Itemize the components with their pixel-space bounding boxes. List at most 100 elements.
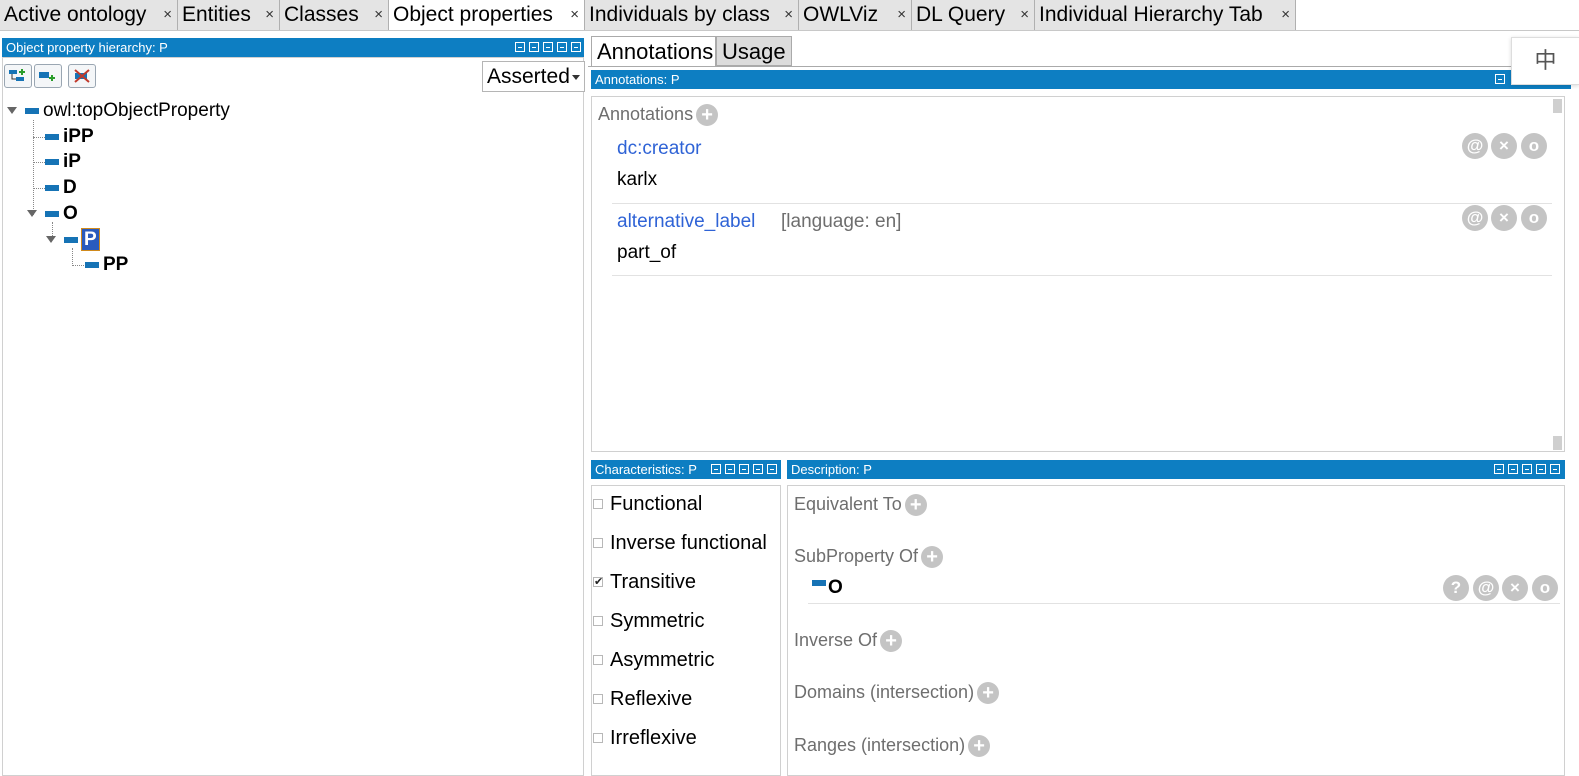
scrollbar-down[interactable] xyxy=(1553,436,1562,450)
tree-node-label: O xyxy=(63,203,78,224)
tree-node-pp[interactable]: PP xyxy=(85,253,128,277)
ime-indicator[interactable]: 中 xyxy=(1511,37,1579,85)
tree-guide xyxy=(33,120,34,215)
delete-icon[interactable]: × xyxy=(1502,575,1528,601)
tree-node-d[interactable]: D xyxy=(45,176,77,200)
maximize-icon[interactable] xyxy=(1536,464,1546,474)
split-view-icon[interactable] xyxy=(1508,464,1518,474)
tab-dl-query[interactable]: DL Query × xyxy=(912,0,1035,30)
divider xyxy=(808,603,1560,604)
transitive-label: Transitive xyxy=(610,571,696,593)
tab-classes[interactable]: Classes × xyxy=(280,0,389,30)
tab-label: OWLViz xyxy=(803,3,879,26)
tab-owlviz[interactable]: OWLViz × xyxy=(799,0,912,30)
tree-node-o[interactable]: O xyxy=(45,202,78,226)
chevron-down-icon xyxy=(572,75,580,80)
close-icon[interactable]: × xyxy=(374,0,383,30)
tree-node-ipp[interactable]: iPP xyxy=(45,125,94,149)
maximize-icon[interactable] xyxy=(753,464,763,474)
delete-property-button[interactable] xyxy=(68,64,96,88)
close-icon[interactable]: × xyxy=(1020,0,1029,30)
functional-checkbox[interactable] xyxy=(593,499,603,509)
subproperty-of-section: SubProperty Of + xyxy=(794,546,944,569)
hierarchy-mode-dropdown[interactable]: Asserted xyxy=(482,61,585,92)
annotation-property[interactable]: alternative_label xyxy=(617,211,755,233)
annotate-icon[interactable]: @ xyxy=(1462,205,1488,231)
tab-label: Entities xyxy=(182,3,251,26)
tab-label: Individuals by class xyxy=(589,3,770,26)
edit-icon[interactable]: o xyxy=(1521,205,1547,231)
tree-node-label: owl:topObjectProperty xyxy=(43,100,230,121)
close-icon[interactable]: × xyxy=(570,0,579,30)
inverse-functional-checkbox[interactable] xyxy=(593,538,603,548)
expand-arrow-icon[interactable] xyxy=(7,107,17,114)
close-icon[interactable]: × xyxy=(784,0,793,30)
minimize-icon[interactable] xyxy=(739,464,749,474)
close-icon[interactable]: × xyxy=(1281,0,1290,30)
functional-label: Functional xyxy=(610,493,703,515)
help-icon[interactable] xyxy=(1494,464,1504,474)
add-sibling-property-button[interactable] xyxy=(34,64,62,88)
tab-entities[interactable]: Entities × xyxy=(178,0,280,30)
description-view-header: Description: P xyxy=(787,460,1565,479)
section-label: Domains (intersection) xyxy=(794,682,975,702)
add-range-icon[interactable]: + xyxy=(968,735,991,758)
tree-node-p-selected[interactable]: P xyxy=(64,228,100,252)
add-inverse-icon[interactable]: + xyxy=(880,630,903,653)
explain-icon[interactable]: ? xyxy=(1443,575,1469,601)
tree-node-ip[interactable]: iP xyxy=(45,150,81,174)
minimize-icon[interactable] xyxy=(1522,464,1532,474)
superproperty-value[interactable]: O xyxy=(828,577,843,599)
tab-active-ontology[interactable]: Active ontology × xyxy=(0,0,178,30)
symmetric-checkbox[interactable] xyxy=(593,616,603,626)
annotation-property[interactable]: dc:creator xyxy=(617,138,701,160)
add-equivalent-icon[interactable]: + xyxy=(904,494,927,517)
irreflexive-checkbox[interactable] xyxy=(593,733,603,743)
add-domain-icon[interactable]: + xyxy=(977,682,1000,705)
delete-property-icon xyxy=(74,69,90,83)
maximize-icon[interactable] xyxy=(557,42,567,52)
asymmetric-checkbox[interactable] xyxy=(593,655,603,665)
help-icon[interactable] xyxy=(711,464,721,474)
tab-individual-hierarchy[interactable]: Individual Hierarchy Tab × xyxy=(1035,0,1296,30)
delete-icon[interactable]: × xyxy=(1491,205,1517,231)
expand-arrow-icon[interactable] xyxy=(27,210,37,217)
split-view-icon[interactable] xyxy=(529,42,539,52)
add-annotation-icon[interactable]: + xyxy=(696,104,719,127)
transitive-checkbox[interactable]: ✔ xyxy=(593,577,603,588)
help-icon[interactable] xyxy=(1495,74,1505,84)
edit-icon[interactable]: o xyxy=(1521,133,1547,159)
scrollbar-up[interactable] xyxy=(1553,99,1562,113)
close-icon[interactable]: × xyxy=(897,0,906,30)
inverse-of-section: Inverse Of + xyxy=(794,630,903,653)
tree-node-top-object-property[interactable]: owl:topObjectProperty xyxy=(25,99,230,123)
edit-icon[interactable]: o xyxy=(1532,575,1558,601)
close-view-icon[interactable] xyxy=(1550,464,1560,474)
delete-icon[interactable]: × xyxy=(1491,133,1517,159)
tab-individuals-by-class[interactable]: Individuals by class × xyxy=(585,0,799,30)
annotate-icon[interactable]: @ xyxy=(1473,575,1499,601)
tab-object-properties[interactable]: Object properties × xyxy=(389,0,585,30)
help-icon[interactable] xyxy=(515,42,525,52)
tab-label: DL Query xyxy=(916,3,1006,26)
domains-section: Domains (intersection) + xyxy=(794,682,1000,705)
tree-guide xyxy=(33,162,45,163)
tab-annotations[interactable]: Annotations xyxy=(591,36,716,66)
reflexive-checkbox[interactable] xyxy=(593,694,603,704)
add-subproperty-button[interactable] xyxy=(4,64,32,88)
ranges-section: Ranges (intersection) + xyxy=(794,735,991,758)
close-view-icon[interactable] xyxy=(571,42,581,52)
expand-arrow-icon[interactable] xyxy=(46,236,56,243)
annotate-icon[interactable]: @ xyxy=(1462,133,1488,159)
object-property-icon xyxy=(64,236,78,243)
minimize-icon[interactable] xyxy=(543,42,553,52)
tab-usage[interactable]: Usage xyxy=(716,36,792,66)
close-view-icon[interactable] xyxy=(767,464,777,474)
hierarchy-panel xyxy=(2,57,584,776)
section-label: Annotations xyxy=(598,104,694,124)
close-icon[interactable]: × xyxy=(163,0,172,30)
reflexive-label: Reflexive xyxy=(610,688,693,710)
close-icon[interactable]: × xyxy=(265,0,274,30)
add-superproperty-icon[interactable]: + xyxy=(921,546,944,569)
split-view-icon[interactable] xyxy=(725,464,735,474)
